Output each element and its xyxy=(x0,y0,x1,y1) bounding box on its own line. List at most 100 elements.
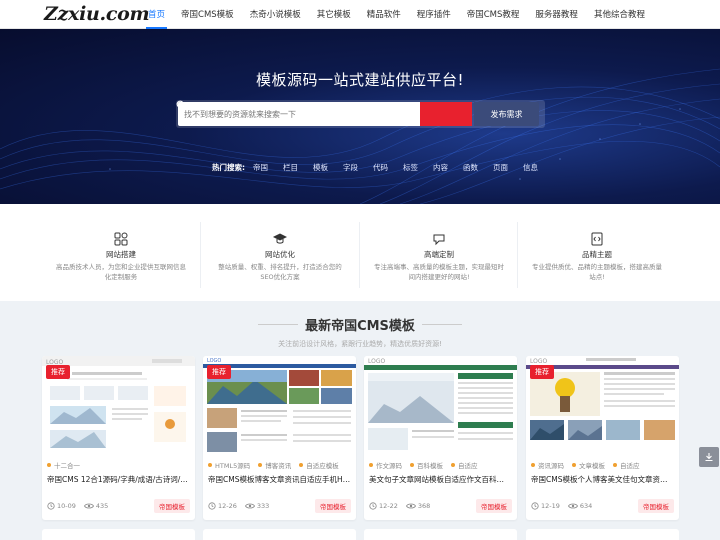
card-tags: 作文源码 百科模板 自适应 xyxy=(369,460,486,470)
features-row: 网站搭建 高品质技术人员，为您和企业提供互联网信息化定制服务 网站优化 整站质量、权重… xyxy=(0,204,720,301)
card-category-button[interactable]: 帝国模板 xyxy=(476,499,512,513)
card-next-row[interactable] xyxy=(526,529,679,540)
hot-searches: 热门搜索: 帝国 栏目 模板 字段 代码 标签 内容 函数 页面 信息 xyxy=(212,162,553,173)
card-title[interactable]: 帝国CMS模板博客文章资讯自适应手机H… xyxy=(208,474,351,485)
eye-icon xyxy=(405,503,416,509)
hot-search-item[interactable]: 内容 xyxy=(433,162,448,173)
tag-dot-icon xyxy=(369,463,373,467)
card-date: 10-09 xyxy=(47,502,76,510)
card-tag[interactable]: 十二合一 xyxy=(47,460,80,470)
search-bar: 发布需求 xyxy=(176,100,545,128)
feature-divider xyxy=(517,222,518,288)
hot-search-item[interactable]: 标签 xyxy=(403,162,418,173)
search-icon xyxy=(176,100,186,110)
clock-icon xyxy=(47,502,55,510)
card-tag[interactable]: 百科模板 xyxy=(410,460,443,470)
hero-banner: 模板源码一站式建站供应平台! 发布需求 热门搜索: 帝国 栏目 模板 字段 代码 标签 内容… xyxy=(0,29,720,204)
card-tag[interactable]: HTML5源码 xyxy=(208,460,250,470)
card-date-value: 12-19 xyxy=(541,502,560,510)
download-float-button[interactable] xyxy=(699,447,719,467)
tag-dot-icon xyxy=(47,463,51,467)
feature-desc: 专业提供质优、品精的主题模板，搭建高质量站点! xyxy=(532,263,662,281)
card-category-button[interactable]: 帝国模板 xyxy=(154,499,190,513)
hot-search-item[interactable]: 模板 xyxy=(313,162,328,173)
card-next-row[interactable] xyxy=(203,529,356,540)
card-views: 435 xyxy=(83,502,109,510)
template-card[interactable]: LOGO 推荐 HTML5源码 博客资讯 自适应模板 帝国CMS模板博客文章资讯自适应手机… xyxy=(203,356,356,520)
card-tag-label: 自适应 xyxy=(620,462,640,470)
card-tag-label: HTML5源码 xyxy=(215,462,251,470)
tag-dot-icon xyxy=(208,463,212,467)
card-views-value: 634 xyxy=(579,502,593,510)
feature-card: 网站搭建 高品质技术人员，为您和企业提供互联网信息化定制服务 xyxy=(42,218,200,290)
recommend-badge: 推荐 xyxy=(46,365,70,379)
tag-dot-icon xyxy=(451,463,455,467)
main-nav: 首页 帝国CMS模板 杰奇小说模板 其它模板 精品软件 程序插件 帝国CMS教程 服务器教程其… xyxy=(140,0,653,29)
nav-item[interactable]: 其它模板 xyxy=(309,0,359,29)
card-category-button[interactable]: 帝国模板 xyxy=(638,499,674,513)
nav-item[interactable]: 程序插件 xyxy=(409,0,459,29)
nav-item[interactable]: 其他综合教程 xyxy=(586,0,653,29)
card-tag-label: 自适应 xyxy=(458,462,478,470)
template-card[interactable]: LOGO 作文源码 百科模板 自适应 美文句子文章网站模板自适应作文百科… 12-22 36… xyxy=(364,356,517,520)
card-tag[interactable]: 自适应 xyxy=(451,460,478,470)
card-tag[interactable]: 自适应 xyxy=(613,460,640,470)
card-tag-label: 作文源码 xyxy=(376,462,402,470)
nav-item[interactable]: 杰奇小说模板 xyxy=(242,0,309,29)
nav-item[interactable]: 帝国CMS模板 xyxy=(173,0,242,29)
tag-dot-icon xyxy=(410,463,414,467)
card-footer: 10-09 435 帝国模板 xyxy=(47,498,190,514)
nav-item[interactable]: 首页 xyxy=(140,0,173,29)
card-views-value: 333 xyxy=(256,502,270,510)
top-header: Zzxiu.com 首页 帝国CMS模板 杰奇小说模板 其它模板 精品软件 程序插件 帝国C… xyxy=(0,0,720,29)
card-tag[interactable]: 作文源码 xyxy=(369,460,402,470)
nav-item[interactable]: 帝国CMS教程 xyxy=(459,0,528,29)
tag-dot-icon xyxy=(299,463,304,467)
site-logo[interactable]: Zzxiu.com xyxy=(44,3,150,25)
hot-search-item[interactable]: 代码 xyxy=(373,162,388,173)
card-title[interactable]: 帝国CMS 12合1源码/字典/成语/古诗词/… xyxy=(47,474,190,485)
hot-search-label: 热门搜索: xyxy=(212,163,245,172)
hot-search-item[interactable]: 函数 xyxy=(463,162,478,173)
card-next-row[interactable] xyxy=(42,529,195,540)
hot-search-item[interactable]: 信息 xyxy=(523,162,538,173)
feature-divider xyxy=(200,222,201,288)
feature-title: 高端定制 xyxy=(424,250,454,259)
card-thumbnail[interactable]: LOGO xyxy=(364,356,517,456)
card-title[interactable]: 帝国CMS模板个人博客美文佳句文章资… xyxy=(531,474,674,485)
search-button[interactable] xyxy=(176,100,472,126)
card-tag-label: 资讯源码 xyxy=(538,462,564,470)
publish-request-button[interactable]: 发布需求 xyxy=(474,102,539,126)
chat-bubble-icon xyxy=(433,234,445,246)
hot-search-item[interactable]: 栏目 xyxy=(283,162,298,173)
nav-item[interactable]: 服务器教程 xyxy=(527,0,586,29)
thumb-logo: LOGO xyxy=(368,358,386,365)
recommend-badge: 推荐 xyxy=(207,365,231,379)
card-tag[interactable]: 博客资讯 xyxy=(258,460,291,470)
nav-item[interactable]: 精品软件 xyxy=(359,0,409,29)
clock-icon xyxy=(369,502,377,510)
feature-card: 高端定制专注高端事、高质量的模板主题，实现最短时间内搭建更好的网站! xyxy=(360,218,518,290)
card-next-row[interactable] xyxy=(364,529,517,540)
feature-desc: 专注高端事、高质量的模板主题，实现最短时间内搭建更好的网站! xyxy=(374,263,504,281)
feature-desc: 高品质技术人员，为您和企业提供互联网信息化定制服务 xyxy=(56,263,186,281)
card-tag[interactable]: 自适应模板 xyxy=(299,460,339,470)
card-tag[interactable]: 资讯源码 xyxy=(531,460,564,470)
latest-templates-section: 最新帝国CMS模板 关注前沿设计风格，紧跟行业趋势，精选优质好资源! LOGO 推… xyxy=(0,301,720,540)
search-input[interactable] xyxy=(178,102,420,126)
hot-search-item[interactable]: 字段 xyxy=(343,162,358,173)
clock-icon xyxy=(531,502,539,510)
feature-title: 网站优化 xyxy=(265,250,295,259)
grid-icon xyxy=(114,232,128,246)
template-card[interactable]: LOGO 推荐 十二合一 帝国CMS 12合1源码/字典/成语/古诗词/… 10-09 4… xyxy=(42,356,195,520)
card-views-value: 435 xyxy=(95,502,109,510)
card-category-button[interactable]: 帝国模板 xyxy=(315,499,351,513)
card-title[interactable]: 美文句子文章网站模板自适应作文百科… xyxy=(369,474,512,485)
hot-search-item[interactable]: 页面 xyxy=(493,162,508,173)
card-footer: 12-26 333 帝国模板 xyxy=(208,498,351,514)
hot-search-item[interactable]: 帝国 xyxy=(253,162,268,173)
card-tags: 十二合一 xyxy=(47,460,88,470)
graduation-cap-icon xyxy=(273,233,287,244)
card-tag[interactable]: 文章模板 xyxy=(572,460,605,470)
template-card[interactable]: LOGO 推荐 资讯源码 文章模板 自适应 帝国CMS模板个人博客美文佳句文章资… 12-1… xyxy=(526,356,679,520)
